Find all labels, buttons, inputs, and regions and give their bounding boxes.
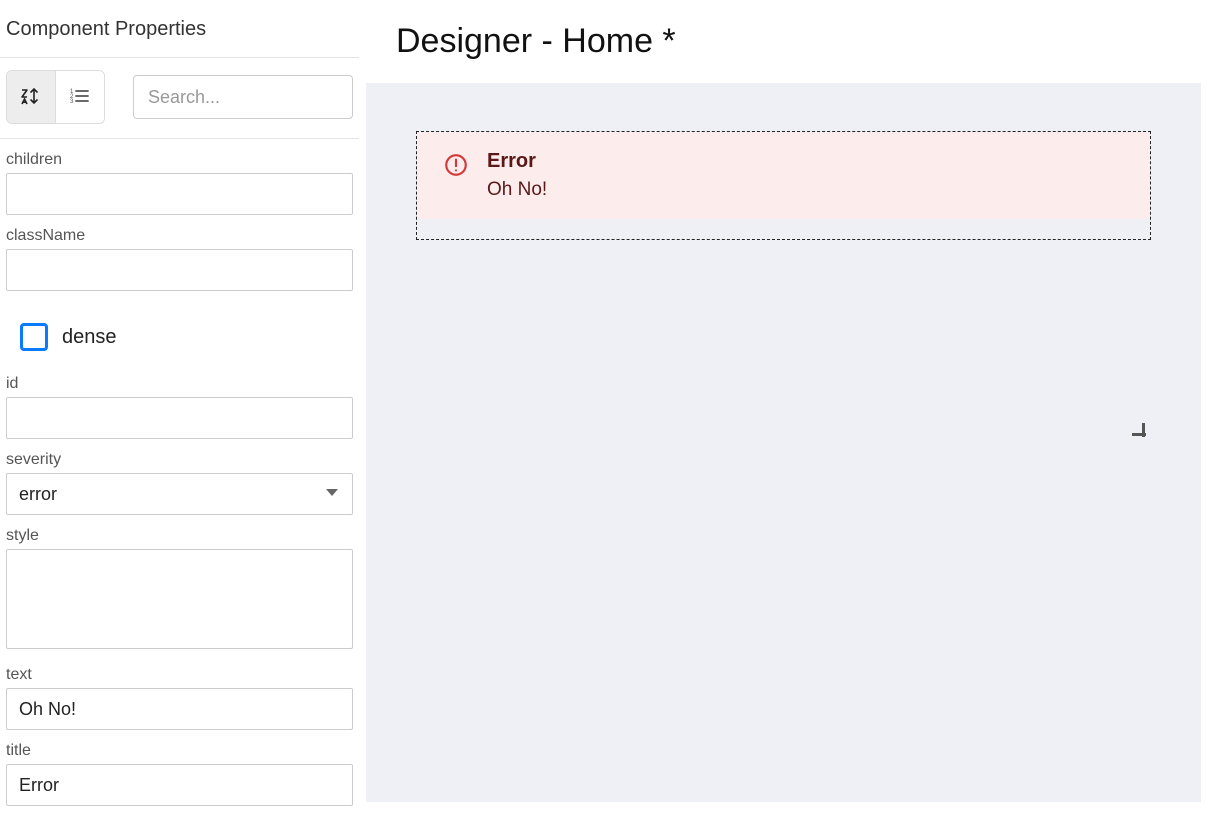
sort-toggle-group: 1 2 3 [6,70,105,124]
svg-text:3: 3 [70,99,74,105]
selected-component[interactable]: Error Oh No! [416,131,1151,240]
search-input[interactable] [133,75,353,119]
error-icon [443,152,469,183]
prop-label-id: id [6,375,353,393]
prop-style: style [6,527,353,654]
alert-text: Oh No! [487,179,547,201]
prop-title: title [6,742,353,806]
prop-dense: dense [6,303,353,369]
alert-body: Error Oh No! [487,150,547,201]
text-field[interactable] [6,688,353,730]
properties-panel: Component Properties [0,0,360,814]
classname-field[interactable] [6,249,353,291]
prop-classname: className [6,227,353,291]
sort-alpha-button[interactable] [7,71,55,123]
severity-select[interactable] [6,473,353,515]
prop-children: children [6,151,353,215]
title-field[interactable] [6,764,353,806]
properties-toolbar: 1 2 3 [6,70,353,124]
properties-panel-title: Component Properties [6,12,353,53]
children-field[interactable] [6,173,353,215]
id-field[interactable] [6,397,353,439]
divider [0,57,359,58]
prop-id: id [6,375,353,439]
prop-severity: severity [6,451,353,515]
main-header: Designer - Home * [360,0,1213,83]
list-icon: 1 2 3 [68,84,92,111]
page-title: Designer - Home * [396,22,1177,61]
alert-title: Error [487,150,547,173]
prop-label-dense: dense [62,326,117,349]
prop-label-title: title [6,742,353,760]
style-field[interactable] [6,549,353,649]
sort-alpha-icon [19,84,43,111]
alert-component: Error Oh No! [417,132,1150,219]
prop-label-severity: severity [6,451,353,469]
sort-category-button[interactable]: 1 2 3 [55,71,104,123]
dense-checkbox[interactable] [20,323,48,351]
prop-text: text [6,666,353,730]
prop-label-children: children [6,151,353,169]
divider [0,138,359,139]
main-panel: Designer - Home * Error Oh No! [360,0,1213,814]
prop-label-classname: className [6,227,353,245]
design-canvas[interactable]: Error Oh No! [366,83,1201,802]
selection-padding [417,219,1150,239]
prop-label-text: text [6,666,353,684]
prop-label-style: style [6,527,353,545]
resize-handle[interactable] [1132,423,1146,437]
